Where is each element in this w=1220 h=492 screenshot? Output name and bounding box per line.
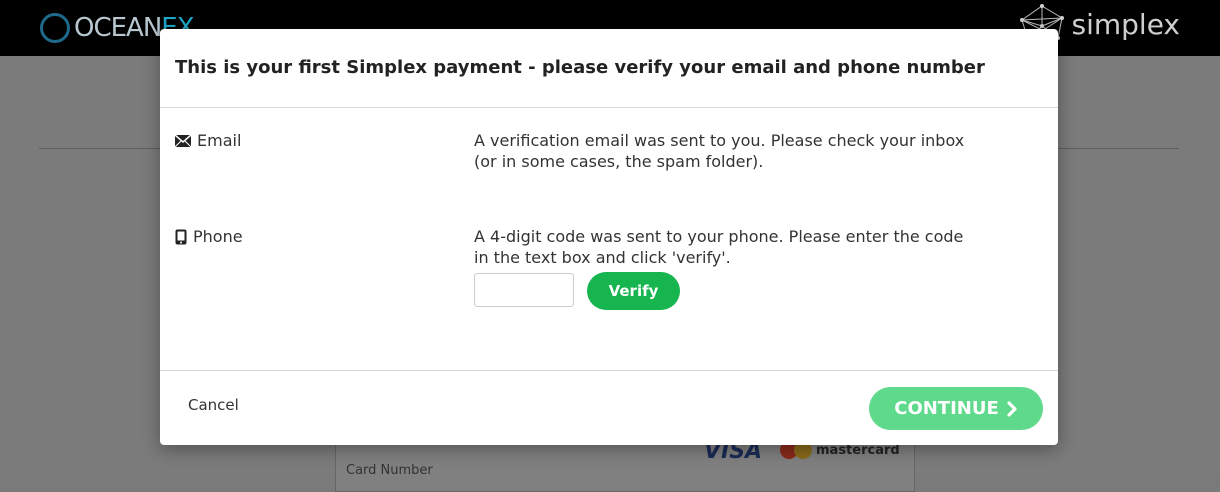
phone-label: Phone: [193, 227, 243, 246]
phone-code-input[interactable]: [474, 273, 574, 307]
modal-header: This is your first Simplex payment - ple…: [160, 29, 1058, 108]
email-label: Email: [197, 131, 242, 150]
envelope-icon: [175, 134, 191, 147]
simplex-logo-text: simplex: [1071, 7, 1181, 41]
modal-footer: Cancel CONTINUE: [160, 370, 1058, 446]
phone-message-line-1: A 4-digit code was sent to your phone. P…: [474, 227, 964, 246]
phone-row-label: Phone: [175, 227, 243, 246]
continue-label: CONTINUE: [894, 398, 999, 419]
card-number-label: Card Number: [346, 463, 433, 478]
verify-button[interactable]: Verify: [587, 272, 680, 310]
email-message-line-2: (or in some cases, the spam folder).: [474, 152, 764, 171]
email-message-line-1: A verification email was sent to you. Pl…: [474, 131, 965, 150]
phone-message-line-2: in the text box and click 'verify'.: [474, 248, 731, 267]
email-message: A verification email was sent to you. Pl…: [474, 130, 974, 172]
modal-title: This is your first Simplex payment - ple…: [175, 57, 985, 78]
continue-button[interactable]: CONTINUE: [869, 387, 1043, 430]
verification-modal: This is your first Simplex payment - ple…: [160, 29, 1058, 445]
oceanex-logo-text: OCEAN: [74, 13, 162, 43]
mobile-phone-icon: [175, 229, 187, 244]
cancel-button[interactable]: Cancel: [188, 396, 239, 414]
oceanex-logo-icon: [40, 13, 70, 43]
phone-message: A 4-digit code was sent to your phone. P…: [474, 226, 974, 268]
chevron-right-icon: [1007, 400, 1017, 417]
email-row-label: Email: [175, 131, 241, 150]
